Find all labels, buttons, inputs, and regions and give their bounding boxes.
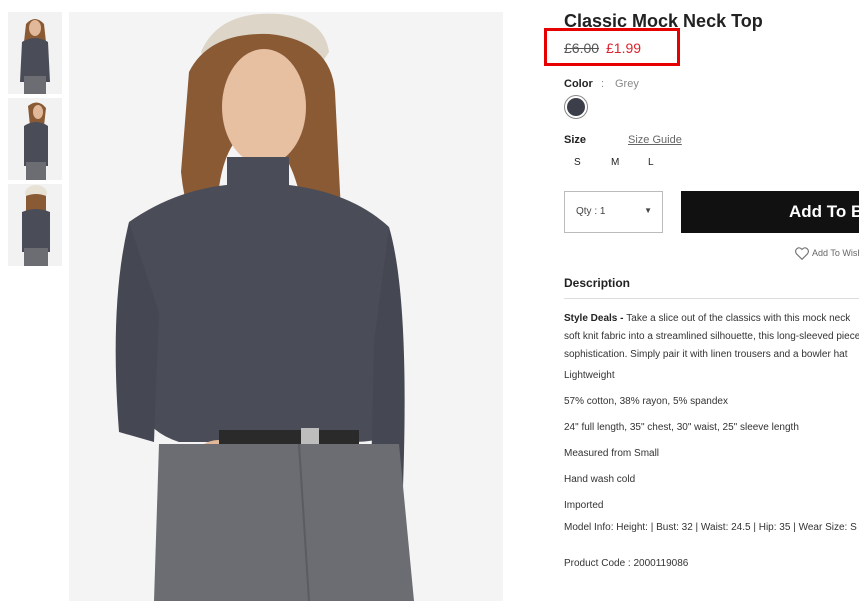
- add-to-bag-label: Add To Bag: [789, 202, 859, 221]
- thumbnail-front[interactable]: [8, 12, 62, 94]
- detail-measurements: 24" full length, 35" chest, 30" waist, 2…: [564, 422, 799, 433]
- heart-icon: [795, 247, 809, 261]
- detail-measured-from: Measured from Small: [564, 448, 660, 459]
- detail-fabric: 57% cotton, 38% rayon, 5% spandex: [564, 396, 728, 407]
- product-code: Product Code : 2000119086: [564, 558, 689, 569]
- size-option-s[interactable]: S: [574, 157, 581, 168]
- original-price: £6.00: [564, 40, 600, 56]
- color-separator: :: [601, 78, 605, 90]
- size-option-l[interactable]: L: [648, 157, 654, 168]
- description-line-3: sophistication. Simply pair it with line…: [564, 349, 848, 360]
- quantity-select[interactable]: Qty : 1 ▼: [564, 191, 663, 233]
- description-lead: Style Deals -: [564, 313, 627, 324]
- detail-origin: Imported: [564, 500, 604, 511]
- thumbnail-back[interactable]: [8, 184, 62, 266]
- sale-price: £1.99: [606, 40, 642, 56]
- color-value: Grey: [615, 78, 639, 90]
- color-label: Color: [564, 78, 593, 90]
- size-label: Size: [564, 134, 587, 146]
- description-divider: [564, 298, 859, 299]
- caret-down-icon: ▼: [644, 206, 652, 215]
- description-line-2: soft knit fabric into a streamlined silh…: [564, 331, 859, 342]
- detail-weight: Lightweight: [564, 370, 615, 381]
- thumbnail-gallery: [8, 12, 62, 270]
- description-text: Style Deals - Take a slice out of the cl…: [564, 310, 859, 364]
- color-swatch-grey[interactable]: [564, 95, 588, 119]
- description-line-1: Take a slice out of the classics with th…: [626, 313, 851, 324]
- main-product-image: [69, 12, 503, 601]
- wishlist-label: Add To Wishlist: [812, 247, 859, 258]
- detail-model-info: Model Info: Height: | Bust: 32 | Waist: …: [564, 522, 857, 533]
- description-heading: Description: [564, 276, 631, 290]
- size-option-m[interactable]: M: [611, 157, 619, 168]
- thumbnail-side[interactable]: [8, 98, 62, 180]
- quantity-value: Qty : 1: [576, 206, 606, 217]
- add-to-wishlist-link[interactable]: Add To Wishlist: [795, 247, 859, 261]
- size-guide-link[interactable]: Size Guide: [628, 134, 682, 146]
- detail-care: Hand wash cold: [564, 474, 636, 485]
- add-to-bag-button[interactable]: Add To Bag: [681, 191, 859, 233]
